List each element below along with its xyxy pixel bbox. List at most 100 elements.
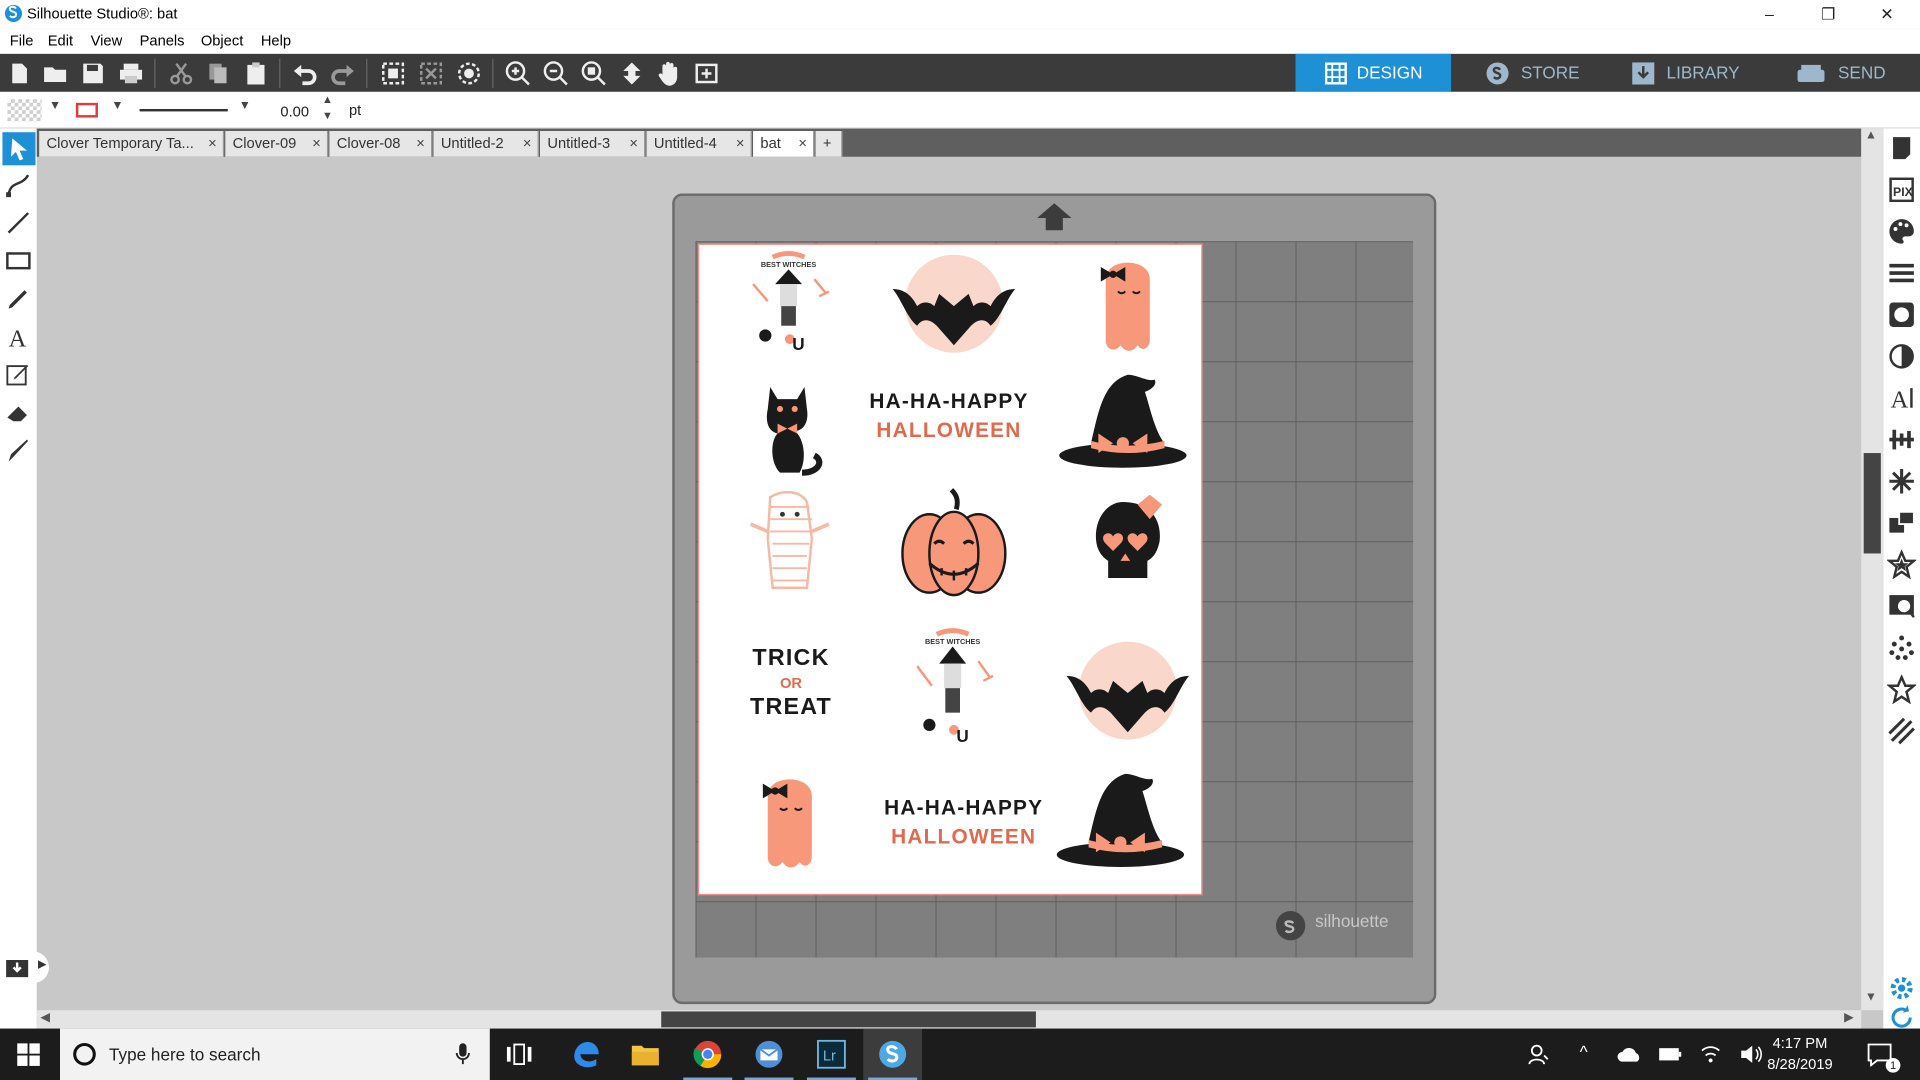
page-setup-icon[interactable] bbox=[1887, 133, 1916, 162]
mummy-sticker[interactable] bbox=[716, 490, 863, 600]
jack-o-lantern-sticker[interactable] bbox=[880, 485, 1027, 603]
close-tab-icon[interactable]: × bbox=[312, 131, 321, 157]
battery-icon[interactable] bbox=[1658, 1047, 1682, 1062]
line-width-input[interactable]: 0.00 bbox=[274, 97, 319, 123]
zoom-in-icon[interactable] bbox=[504, 60, 531, 87]
add-page-icon[interactable] bbox=[693, 60, 720, 87]
line-color-swatch[interactable] bbox=[75, 102, 98, 118]
close-tab-icon[interactable]: × bbox=[736, 131, 745, 157]
menu-object[interactable]: Object bbox=[201, 32, 243, 49]
close-tab-icon[interactable]: × bbox=[416, 131, 425, 157]
microphone-icon[interactable] bbox=[454, 1042, 471, 1066]
align-icon[interactable] bbox=[1887, 425, 1916, 454]
best-witches-sticker[interactable]: BEST WITCHES U bbox=[716, 247, 860, 363]
cut-icon[interactable] bbox=[168, 60, 195, 87]
tab-design[interactable]: DESIGN bbox=[1295, 53, 1452, 92]
happy-halloween-sticker[interactable]: HA-HA-HAPPY HALLOWEEN bbox=[863, 389, 1034, 458]
fit-to-page-icon[interactable] bbox=[618, 60, 645, 87]
best-witches-sticker-2[interactable]: BEST WITCHES U bbox=[880, 624, 1024, 756]
modify-icon[interactable] bbox=[1887, 508, 1916, 537]
taskbar-edge[interactable] bbox=[556, 1029, 615, 1080]
taskbar-chrome[interactable] bbox=[678, 1029, 737, 1080]
edit-pencil-box-icon[interactable] bbox=[4, 360, 33, 389]
text-tool-icon[interactable]: A bbox=[4, 322, 33, 352]
save-icon[interactable] bbox=[80, 60, 107, 87]
print-icon[interactable] bbox=[118, 60, 145, 87]
tab-store[interactable]: STORE bbox=[1451, 54, 1608, 92]
line-style-preview[interactable] bbox=[139, 108, 228, 112]
scroll-up-arrow-icon[interactable]: ▲ bbox=[1865, 129, 1877, 142]
tab-library[interactable]: LIBRARY bbox=[1608, 54, 1765, 92]
bat-moon-sticker[interactable] bbox=[880, 252, 1027, 362]
pan-hand-icon[interactable] bbox=[655, 60, 682, 87]
line-style-dropdown-icon[interactable]: ▼ bbox=[239, 99, 251, 112]
point-edit-icon[interactable] bbox=[4, 170, 33, 199]
witch-hat-sticker[interactable] bbox=[1054, 370, 1191, 478]
taskbar-lightroom[interactable]: Lr bbox=[802, 1029, 861, 1080]
restore-button[interactable]: ❐ bbox=[1800, 0, 1856, 28]
taskbar-clock[interactable]: 4:17 PM 8/28/2019 bbox=[1763, 1033, 1836, 1075]
open-folder-icon[interactable] bbox=[42, 60, 69, 87]
pixscan-icon[interactable]: PIX bbox=[1887, 175, 1916, 204]
ungroup-icon[interactable] bbox=[418, 60, 445, 87]
close-tab-icon[interactable]: × bbox=[208, 131, 217, 157]
fill-palette-icon[interactable] bbox=[1887, 217, 1916, 246]
rectangle-tool-icon[interactable] bbox=[4, 246, 33, 275]
offset-star-icon[interactable] bbox=[1886, 549, 1917, 580]
knife-tool-icon[interactable] bbox=[4, 436, 33, 465]
fill-dropdown-icon[interactable]: ▼ bbox=[49, 99, 61, 112]
contrast-icon[interactable] bbox=[1887, 342, 1916, 371]
taskbar-mail-app[interactable] bbox=[740, 1029, 799, 1080]
group-icon[interactable] bbox=[380, 60, 407, 87]
library-panel-toggle[interactable]: ▶ bbox=[0, 951, 49, 984]
zoom-out-icon[interactable] bbox=[542, 60, 569, 87]
windows-start-icon[interactable] bbox=[17, 1043, 40, 1066]
taskbar-search-box[interactable]: Type here to search bbox=[60, 1028, 490, 1080]
doc-tab-untitled-2[interactable]: Untitled-2 × bbox=[433, 131, 539, 157]
sketch-icon[interactable] bbox=[1887, 716, 1916, 745]
line-color-dropdown-icon[interactable]: ▼ bbox=[111, 99, 123, 112]
onedrive-cloud-icon[interactable] bbox=[1616, 1046, 1643, 1063]
text-style-icon[interactable]: A bbox=[1887, 383, 1916, 413]
close-tab-icon[interactable]: × bbox=[629, 131, 638, 157]
trick-or-treat-sticker[interactable]: TRICK OR TREAT bbox=[724, 646, 859, 735]
volume-icon[interactable] bbox=[1739, 1043, 1763, 1065]
draw-pencil-icon[interactable] bbox=[4, 284, 33, 313]
taskbar-file-explorer[interactable] bbox=[616, 1029, 675, 1080]
horizontal-scroll-thumb[interactable] bbox=[661, 1011, 1036, 1028]
tab-send[interactable]: SEND bbox=[1764, 54, 1920, 92]
ghost-bow-sticker[interactable] bbox=[1054, 250, 1201, 360]
copy-icon[interactable] bbox=[204, 60, 231, 87]
witch-hat-sticker-2[interactable] bbox=[1052, 769, 1189, 877]
menu-help[interactable]: Help bbox=[261, 32, 291, 49]
redo-icon[interactable] bbox=[329, 60, 356, 87]
new-file-icon[interactable] bbox=[6, 60, 33, 87]
people-icon[interactable] bbox=[1528, 1043, 1550, 1065]
menu-file[interactable]: File bbox=[10, 32, 34, 49]
zoom-select-icon[interactable] bbox=[580, 60, 607, 87]
menu-edit[interactable]: Edit bbox=[48, 32, 73, 49]
happy-halloween-sticker-2[interactable]: HA-HA-HAPPY HALLOWEEN bbox=[878, 796, 1049, 865]
line-style-icon[interactable] bbox=[1887, 258, 1916, 287]
scroll-left-arrow-icon[interactable]: ◀ bbox=[40, 1011, 49, 1024]
doc-tab-clover-temporary[interactable]: Clover Temporary Ta... × bbox=[39, 131, 225, 157]
task-view-icon[interactable] bbox=[506, 1042, 533, 1066]
vertical-scrollbar[interactable]: ▲ ▼ bbox=[1861, 128, 1884, 1011]
rhinestone-icon[interactable] bbox=[1887, 633, 1916, 662]
add-tab-button[interactable]: + bbox=[815, 131, 843, 157]
replicate-icon[interactable] bbox=[1887, 467, 1916, 496]
doc-tab-clover-09[interactable]: Clover-09 × bbox=[225, 131, 329, 157]
scroll-down-arrow-icon[interactable]: ▼ bbox=[1865, 991, 1877, 1004]
close-tab-icon[interactable]: × bbox=[798, 131, 807, 157]
menu-panels[interactable]: Panels bbox=[140, 32, 185, 49]
compound-path-icon[interactable] bbox=[456, 60, 483, 87]
select-tool[interactable] bbox=[2, 132, 36, 166]
bat-moon-sticker-2[interactable] bbox=[1054, 639, 1201, 749]
favorites-star-icon[interactable] bbox=[1886, 674, 1917, 705]
taskbar-silhouette-studio[interactable] bbox=[863, 1028, 923, 1080]
wifi-icon[interactable] bbox=[1700, 1043, 1722, 1065]
close-window-button[interactable]: ✕ bbox=[1859, 0, 1915, 28]
vertical-scroll-thumb[interactable] bbox=[1863, 453, 1881, 554]
ghost-bow-sticker-2[interactable] bbox=[716, 767, 863, 877]
eraser-icon[interactable] bbox=[4, 398, 33, 427]
